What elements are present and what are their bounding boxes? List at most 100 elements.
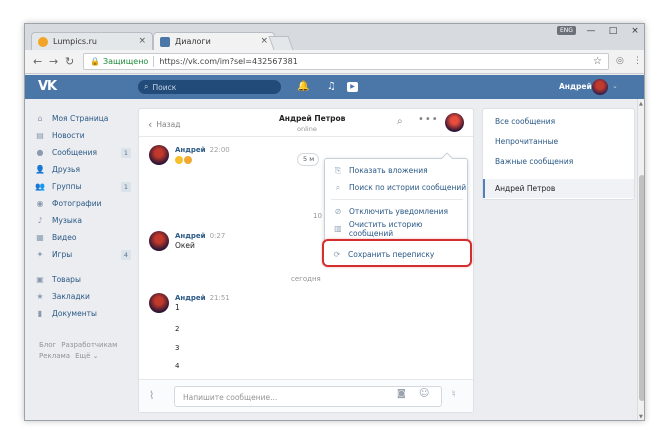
save-chat-icon: ⟳ — [333, 250, 341, 259]
date-pill[interactable]: 5 м — [297, 153, 319, 166]
sidebar-item-messages[interactable]: ● Сообщения 1 — [35, 144, 135, 161]
message-author[interactable]: Андрей 22:00 — [175, 146, 230, 154]
avatar[interactable] — [149, 145, 169, 165]
play-icon[interactable]: ▶ — [347, 82, 358, 92]
sidebar-item-video[interactable]: ▦ Видео — [35, 229, 135, 246]
video-icon: ▦ — [36, 233, 44, 242]
sidebar-item-friends[interactable]: 👤 Друзья — [35, 161, 135, 178]
chat-search-icon[interactable]: ⌕ — [397, 116, 403, 127]
sidebar-item-bookmarks[interactable]: ★ Закладки — [35, 288, 135, 305]
vk-search-input[interactable]: ⌕ Поиск — [138, 80, 281, 94]
emoji-smile-icon[interactable]: ☺ — [419, 388, 429, 399]
header-user-name[interactable]: Андрей — [559, 82, 592, 91]
attach-paperclip-icon[interactable]: ⌇ — [149, 389, 154, 402]
back-label: Назад — [156, 120, 181, 129]
sidebar-item-my-page[interactable]: ⌂ Моя Страница — [35, 110, 135, 127]
footer-link-more[interactable]: Ещё ⌄ — [75, 352, 98, 360]
back-button[interactable]: ‹ Назад — [148, 117, 181, 131]
browser-menu-icon[interactable]: ⋮ — [633, 56, 642, 66]
footer-link-ads[interactable]: Реклама — [39, 352, 70, 360]
message-text — [175, 155, 193, 164]
sidebar-item-label: Товары — [52, 275, 81, 284]
music-note-icon[interactable]: ♫ — [327, 81, 336, 92]
sidebar-item-games[interactable]: ✦ Игры 4 — [35, 246, 135, 263]
chat-avatar[interactable] — [445, 113, 464, 132]
avatar[interactable] — [149, 231, 169, 251]
vk-logo[interactable]: VK — [38, 79, 57, 94]
menu-item-clear-history[interactable]: ▥ Очистить историю сообщений — [325, 220, 467, 238]
bookmark-star-icon[interactable]: ☆ — [593, 56, 602, 67]
menu-item-show-attachments[interactable]: ⎘ Показать вложения — [325, 162, 467, 179]
message-filters-panel: Все сообщения Непрочитанные Важные сообщ… — [482, 108, 635, 200]
sidebar-item-news[interactable]: ▤ Новости — [35, 127, 135, 144]
tab-title: Диалоги — [175, 37, 211, 46]
avatar[interactable] — [149, 293, 169, 313]
scrollbar-thumb[interactable] — [639, 175, 644, 401]
address-bar: ← → ↻ 🔒 Защищено https://vk.com/im?sel=4… — [25, 50, 644, 74]
scroll-down-arrow-icon[interactable]: ▼ — [639, 414, 643, 420]
secure-label: Защищено — [102, 57, 149, 66]
message-text: Окей — [175, 241, 195, 250]
menu-divider — [331, 199, 463, 200]
menu-item-mute[interactable]: ⊘ Отключить уведомления — [325, 203, 467, 220]
author-name[interactable]: Андрей — [175, 294, 206, 302]
groups-icon: 👥 — [35, 182, 45, 191]
message-composer: ⌇ Напишите сообщение... ◙ ☺ ♮ — [139, 379, 473, 412]
sidebar-item-label: Фотографии — [52, 199, 102, 208]
tab-dialogs[interactable]: Диалоги × — [153, 32, 275, 50]
close-window-icon[interactable]: × — [624, 24, 644, 38]
message-author[interactable]: Андрей 0:27 — [175, 232, 225, 240]
minimize-icon[interactable]: — — [580, 24, 602, 38]
footer-link-blog[interactable]: Блог — [39, 341, 56, 349]
tab-close-icon[interactable]: × — [138, 36, 146, 46]
author-name[interactable]: Андрей — [175, 232, 206, 240]
new-tab-button[interactable] — [268, 36, 294, 50]
filter-important[interactable]: Важные сообщения — [495, 157, 573, 166]
notifications-bell-icon[interactable]: 🔔 — [297, 81, 309, 92]
friends-icon: 👤 — [35, 165, 45, 174]
sidebar-item-label: Группы — [52, 182, 82, 191]
tab-close-icon[interactable]: × — [260, 36, 268, 46]
browser-window: Lumpics.ru × Диалоги × ENG — □ × ← → ↻ 🔒… — [24, 23, 645, 421]
maximize-icon[interactable]: □ — [602, 24, 624, 38]
microphone-icon[interactable]: ♮ — [452, 389, 456, 400]
menu-item-search-history[interactable]: ⌕ Поиск по истории сообщений — [325, 179, 467, 196]
count-badge: 1 — [120, 181, 131, 192]
author-name[interactable]: Андрей — [175, 146, 206, 154]
footer-link-developers[interactable]: Разработчикам — [61, 341, 117, 349]
camera-icon[interactable]: ◙ — [397, 389, 406, 399]
filter-unread[interactable]: Непрочитанные — [495, 137, 558, 146]
sidebar-item-documents[interactable]: ▮ Документы — [35, 305, 135, 322]
message-author[interactable]: Андрей 21:51 — [175, 294, 230, 302]
messages-icon: ● — [36, 148, 44, 157]
tab-lumpics[interactable]: Lumpics.ru × — [31, 32, 153, 50]
sidebar-item-music[interactable]: ♪ Музыка — [35, 212, 135, 229]
url-input[interactable]: 🔒 Защищено https://vk.com/im?sel=4325673… — [83, 53, 609, 70]
sidebar-footer: Блог Разработчикам Реклама Ещё ⌄ — [39, 340, 122, 362]
attachments-icon: ⎘ — [334, 165, 342, 175]
chat-title[interactable]: Андрей Петров — [279, 114, 345, 123]
menu-item-save-chat[interactable]: ⟳ Сохранить переписку — [324, 246, 470, 263]
page-scrollbar[interactable]: ▲ ▼ — [637, 99, 644, 420]
forward-arrow-icon[interactable]: → — [49, 55, 58, 68]
vk-favicon-icon — [160, 36, 170, 47]
market-icon: ▣ — [36, 275, 44, 284]
sidebar-item-groups[interactable]: 👥 Группы 1 — [35, 178, 135, 195]
scroll-up-arrow-icon[interactable]: ▲ — [639, 101, 643, 107]
message-time: 22:00 — [209, 146, 230, 154]
reload-icon[interactable]: ↻ — [65, 55, 74, 68]
menu-item-label: Поиск по истории сообщений — [349, 183, 467, 192]
search-placeholder: Поиск — [152, 82, 177, 92]
sidebar-item-photos[interactable]: ◉ Фотографии — [35, 195, 135, 212]
url-text: https://vk.com/im?sel=432567381 — [159, 57, 298, 66]
back-arrow-icon[interactable]: ← — [33, 55, 42, 68]
home-icon: ⌂ — [37, 114, 43, 123]
active-dialog-item[interactable]: Андрей Петров — [483, 179, 634, 198]
filter-all-messages[interactable]: Все сообщения — [495, 117, 555, 126]
header-avatar[interactable] — [592, 79, 608, 95]
sidebar-item-label: Сообщения — [52, 148, 98, 157]
more-options-icon[interactable]: ••• — [418, 114, 439, 125]
sidebar-item-market[interactable]: ▣ Товары — [35, 271, 135, 288]
chevron-down-icon[interactable]: ⌄ — [612, 82, 618, 90]
extension-icon[interactable]: ◎ — [616, 56, 624, 66]
